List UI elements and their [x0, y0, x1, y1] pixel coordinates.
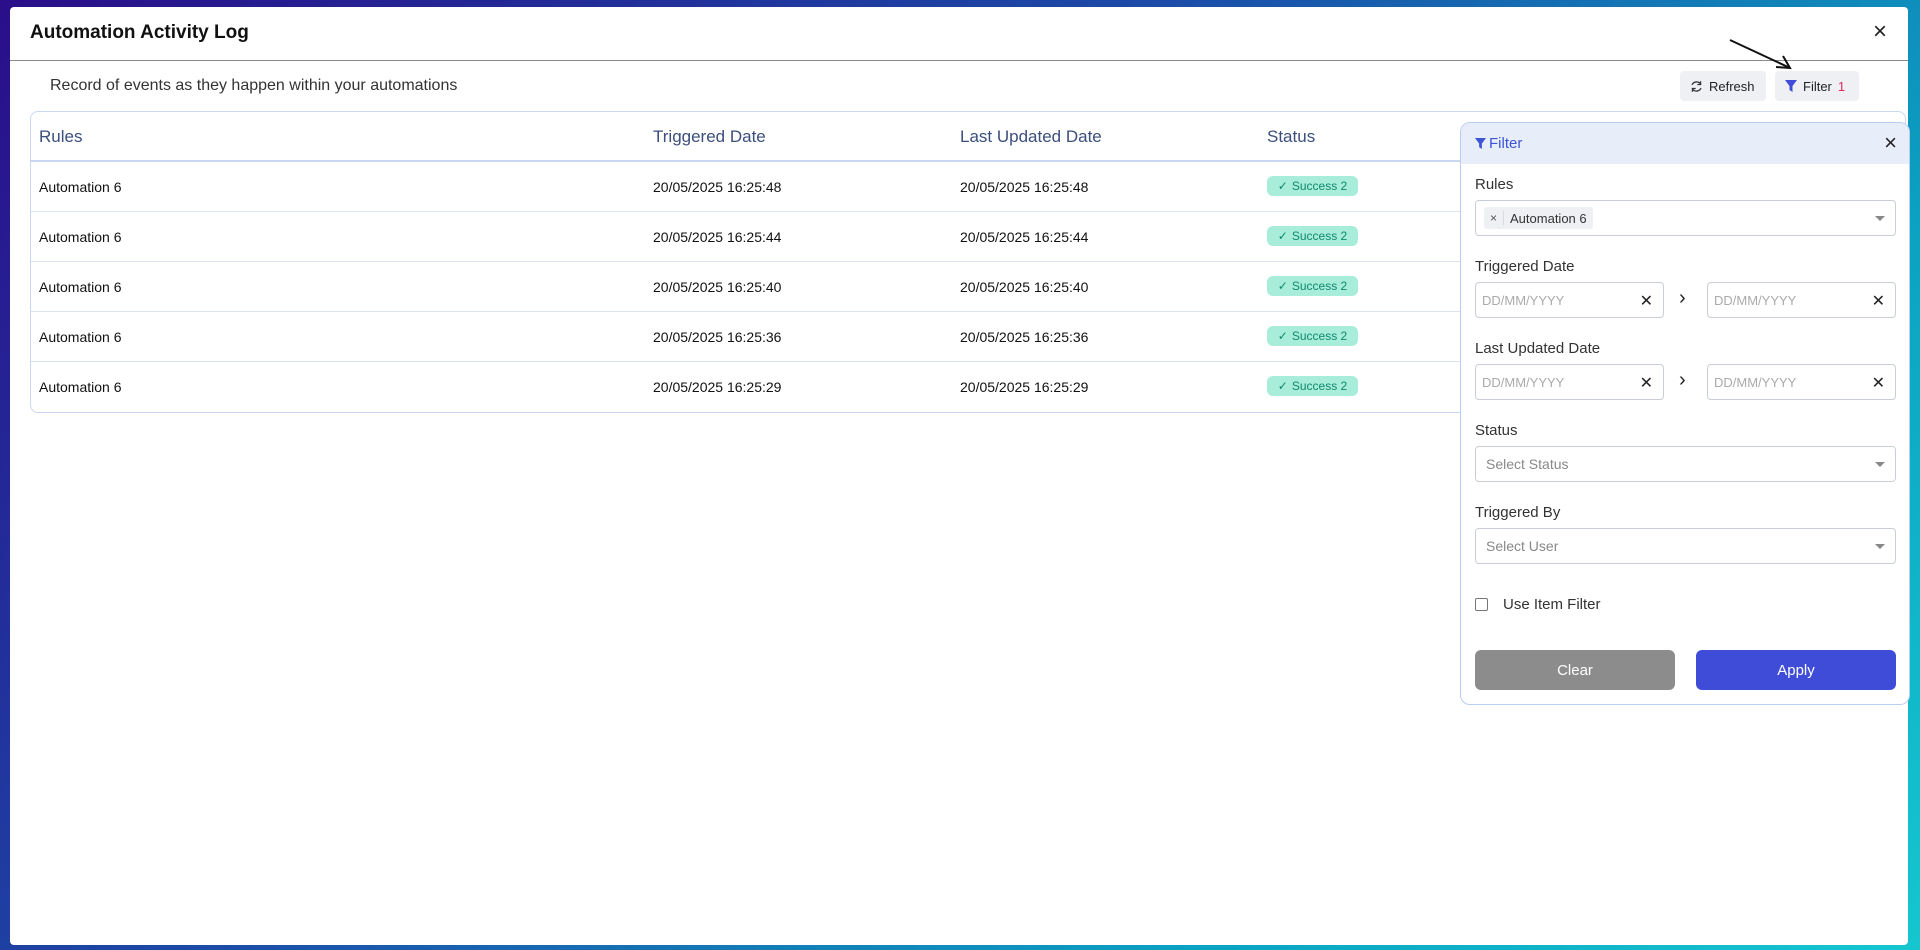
filter-button[interactable]: Filter 1: [1775, 71, 1859, 101]
filter-panel-title-text: Filter: [1489, 135, 1523, 152]
status-placeholder: Select Status: [1486, 456, 1569, 472]
refresh-icon: [1691, 80, 1702, 92]
date-placeholder: DD/MM/YYYY: [1714, 293, 1797, 308]
triggered-by-label: Triggered By: [1475, 504, 1561, 521]
status-badge: ✓ Success 2: [1267, 176, 1358, 196]
filter-icon: [1475, 138, 1486, 149]
close-icon[interactable]: ×: [1868, 20, 1892, 44]
apply-button[interactable]: Apply: [1696, 650, 1896, 690]
check-icon: ✓: [1277, 379, 1288, 393]
clear-date-icon[interactable]: ✕: [1640, 373, 1653, 393]
status-badge: ✓ Success 2: [1267, 376, 1358, 396]
triggered-by-select[interactable]: Select User: [1475, 528, 1896, 564]
cell-updated: 20/05/2025 16:25:48: [960, 179, 1089, 195]
clear-button[interactable]: Clear: [1475, 650, 1675, 690]
check-icon: ✓: [1277, 279, 1288, 293]
cell-triggered: 20/05/2025 16:25:29: [653, 379, 782, 395]
header-triggered-date[interactable]: Triggered Date: [653, 127, 766, 147]
cell-triggered: 20/05/2025 16:25:48: [653, 179, 782, 195]
status-label: Success 2: [1291, 229, 1348, 243]
remove-tag-icon[interactable]: ×: [1484, 211, 1505, 225]
status-label: Status: [1475, 422, 1518, 439]
activity-log-modal: Automation Activity Log × Record of even…: [10, 7, 1910, 945]
cell-rule: Automation 6: [39, 379, 122, 395]
triggered-date-label: Triggered Date: [1475, 258, 1575, 275]
refresh-label: Refresh: [1709, 78, 1755, 94]
cell-updated: 20/05/2025 16:25:40: [960, 279, 1089, 295]
modal-header: Automation Activity Log ×: [10, 7, 1908, 61]
rules-select[interactable]: × Automation 6: [1475, 200, 1896, 236]
filter-label: Filter: [1803, 78, 1832, 94]
check-icon: ✓: [1277, 329, 1288, 343]
rule-tag-label: Automation 6: [1510, 210, 1587, 226]
check-icon: ✓: [1277, 229, 1288, 243]
check-icon: ✓: [1277, 179, 1288, 193]
rules-label: Rules: [1475, 176, 1514, 193]
header-last-updated-date[interactable]: Last Updated Date: [960, 127, 1102, 147]
chevron-down-icon: [1875, 216, 1885, 221]
status-label: Success 2: [1291, 279, 1348, 293]
user-placeholder: Select User: [1486, 538, 1559, 554]
chevron-right-icon: ›: [1679, 287, 1686, 309]
date-placeholder: DD/MM/YYYY: [1482, 375, 1565, 390]
cell-updated: 20/05/2025 16:25:36: [960, 329, 1089, 345]
status-badge: ✓ Success 2: [1267, 276, 1358, 296]
cell-triggered: 20/05/2025 16:25:36: [653, 329, 782, 345]
close-icon[interactable]: ×: [1884, 132, 1897, 154]
rule-tag: × Automation 6: [1484, 207, 1593, 229]
use-item-filter-label: Use Item Filter: [1503, 596, 1601, 613]
cell-triggered: 20/05/2025 16:25:40: [653, 279, 782, 295]
chevron-right-icon: ›: [1679, 369, 1686, 391]
modal-subtitle: Record of events as they happen within y…: [50, 77, 458, 94]
filter-panel-title: Filter: [1475, 135, 1522, 152]
chevron-down-icon: [1875, 544, 1885, 549]
date-placeholder: DD/MM/YYYY: [1714, 375, 1797, 390]
header-rules[interactable]: Rules: [39, 127, 82, 147]
filter-count-badge: 1: [1837, 78, 1846, 94]
status-label: Success 2: [1291, 379, 1348, 393]
cell-updated: 20/05/2025 16:25:44: [960, 229, 1089, 245]
cell-rule: Automation 6: [39, 179, 122, 195]
chevron-down-icon: [1875, 462, 1885, 467]
updated-date-from[interactable]: DD/MM/YYYY ✕: [1475, 364, 1664, 400]
cell-rule: Automation 6: [39, 279, 122, 295]
refresh-button[interactable]: Refresh: [1680, 71, 1766, 101]
date-placeholder: DD/MM/YYYY: [1482, 293, 1565, 308]
triggered-date-to[interactable]: DD/MM/YYYY ✕: [1707, 282, 1896, 318]
clear-date-icon[interactable]: ✕: [1872, 373, 1885, 393]
filter-icon: [1785, 80, 1797, 92]
filter-panel: Filter × Rules × Automation 6 Triggered …: [1460, 122, 1910, 705]
header-status[interactable]: Status: [1267, 127, 1315, 147]
clear-date-icon[interactable]: ✕: [1872, 291, 1885, 311]
cell-updated: 20/05/2025 16:25:29: [960, 379, 1089, 395]
triggered-date-from[interactable]: DD/MM/YYYY ✕: [1475, 282, 1664, 318]
status-badge: ✓ Success 2: [1267, 226, 1358, 246]
last-updated-date-label: Last Updated Date: [1475, 340, 1601, 357]
status-label: Success 2: [1291, 179, 1348, 193]
status-badge: ✓ Success 2: [1267, 326, 1358, 346]
use-item-filter-checkbox[interactable]: [1475, 598, 1488, 611]
filter-panel-header: Filter ×: [1461, 123, 1909, 164]
status-label: Success 2: [1291, 329, 1348, 343]
cell-rule: Automation 6: [39, 329, 122, 345]
cell-triggered: 20/05/2025 16:25:44: [653, 229, 782, 245]
cell-rule: Automation 6: [39, 229, 122, 245]
updated-date-to[interactable]: DD/MM/YYYY ✕: [1707, 364, 1896, 400]
modal-title: Automation Activity Log: [30, 22, 249, 43]
clear-date-icon[interactable]: ✕: [1640, 291, 1653, 311]
status-select[interactable]: Select Status: [1475, 446, 1896, 482]
